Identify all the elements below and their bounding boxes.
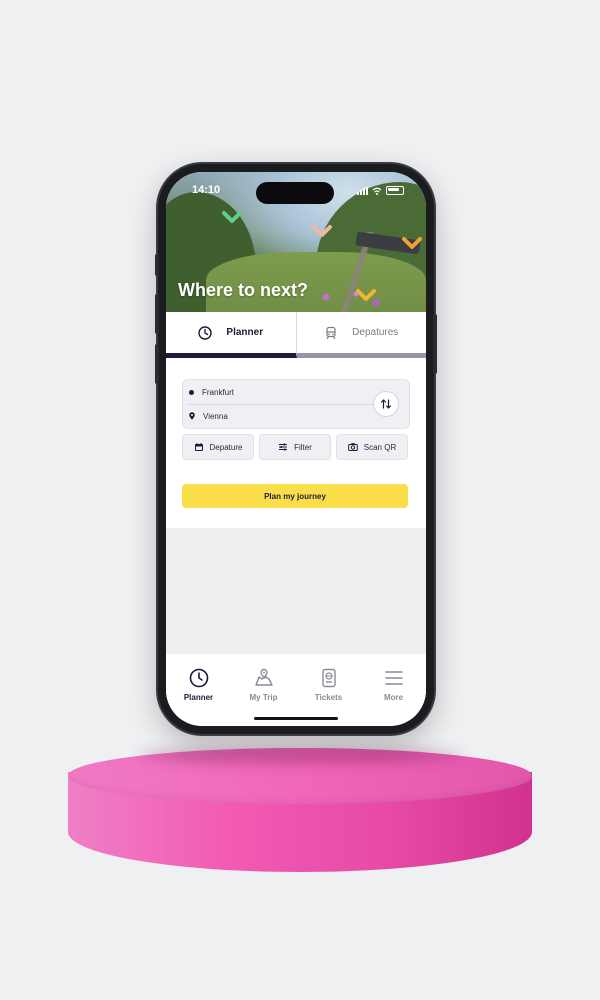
map-icon xyxy=(254,668,273,686)
phone-mockup: Where to next? 14:10 Planner Depatures F… xyxy=(155,164,437,734)
swap-arrows-icon xyxy=(380,399,392,409)
ticket-icon xyxy=(321,668,336,688)
from-value: Frankfurt xyxy=(202,387,235,397)
tab-planner-label: Planner xyxy=(226,327,264,338)
pedestal xyxy=(68,746,532,878)
nav-more[interactable]: More xyxy=(361,654,426,726)
journey-search-card: Frankfurt Vienna Depature Filter Scan QR… xyxy=(166,363,426,528)
phone-volume-up-button xyxy=(155,294,159,334)
filter-chip[interactable]: Filter xyxy=(259,434,331,460)
filter-chip-label: Filter xyxy=(294,442,312,452)
route-inputs: Frankfurt Vienna xyxy=(182,379,410,429)
wifi-icon xyxy=(372,187,382,195)
nav-my-trip[interactable]: My Trip xyxy=(231,654,296,726)
nav-planner[interactable]: Planner xyxy=(166,654,231,726)
tab-depatures-label: Depatures xyxy=(352,327,399,338)
content-placeholder xyxy=(166,528,426,654)
scan-qr-chip-label: Scan QR xyxy=(363,442,397,452)
scan-qr-chip[interactable]: Scan QR xyxy=(336,434,408,460)
depature-chip[interactable]: Depature xyxy=(182,434,254,460)
swap-button[interactable] xyxy=(373,391,399,417)
phone-volume-down-button xyxy=(155,344,159,384)
dynamic-island xyxy=(256,182,334,204)
nav-my-trip-label: My Trip xyxy=(249,693,278,702)
camera-icon xyxy=(347,443,358,451)
home-indicator xyxy=(254,717,338,720)
bottom-navigation: Planner My Trip Tickets More xyxy=(166,654,426,726)
nav-tickets-label: Tickets xyxy=(314,693,343,702)
to-value: Vienna xyxy=(203,411,228,421)
phone-shadow xyxy=(138,746,462,764)
app-screen: Where to next? 14:10 Planner Depatures F… xyxy=(166,172,426,726)
option-chips: Depature Filter Scan QR xyxy=(182,434,408,460)
chevron-green-icon xyxy=(222,211,242,223)
phone-action-button xyxy=(155,254,159,276)
sliders-icon xyxy=(279,443,288,451)
signal-icon xyxy=(357,186,368,195)
nav-tickets[interactable]: Tickets xyxy=(296,654,361,726)
chevron-yellow-icon xyxy=(356,289,376,301)
origin-dot-icon xyxy=(189,389,194,395)
planner-tabs: Planner Depatures xyxy=(166,312,426,358)
tab-planner[interactable]: Planner xyxy=(166,312,297,358)
hero-title: Where to next? xyxy=(178,280,309,300)
phone-power-button xyxy=(433,314,437,374)
menu-icon xyxy=(384,671,403,685)
tab-depatures[interactable]: Depatures xyxy=(296,312,426,358)
clock-icon xyxy=(189,668,208,688)
nav-planner-label: Planner xyxy=(183,693,214,702)
status-time: 14:10 xyxy=(192,184,221,196)
from-field[interactable]: Frankfurt xyxy=(189,380,234,404)
train-icon xyxy=(326,326,336,339)
calendar-icon xyxy=(194,443,203,451)
plan-journey-button[interactable]: Plan my journey xyxy=(182,484,408,508)
chevron-peach-icon xyxy=(312,225,332,237)
depature-chip-label: Depature xyxy=(209,442,243,452)
location-pin-icon xyxy=(189,412,195,420)
battery-icon xyxy=(386,186,404,195)
hero-flowers xyxy=(296,282,396,312)
nav-more-label: More xyxy=(383,693,404,702)
clock-icon xyxy=(198,325,213,340)
chevron-orange-icon xyxy=(402,237,422,249)
to-field[interactable]: Vienna xyxy=(189,404,228,428)
status-icons xyxy=(357,186,404,195)
